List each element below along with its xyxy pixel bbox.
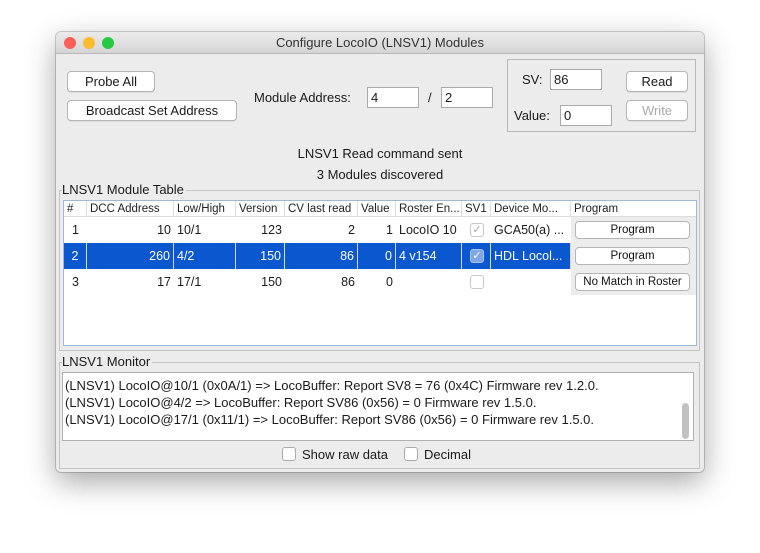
sv-panel: SV: 86 Read Value: 0 Write xyxy=(507,59,696,132)
col-value[interactable]: Value xyxy=(358,201,396,216)
col-num[interactable]: # xyxy=(64,201,87,216)
cell-num: 1 xyxy=(72,223,79,237)
cell-lowhigh: 4/2 xyxy=(174,243,236,269)
cell-roster xyxy=(396,269,462,295)
show-raw-data-label: Show raw data xyxy=(302,447,388,462)
cell-cv: 86 xyxy=(285,243,358,269)
cell-version: 150 xyxy=(261,275,282,289)
table-row[interactable]: 3 17 17/1 150 86 0 No Match in Roster xyxy=(64,269,696,295)
cell-lowhigh: 17/1 xyxy=(177,275,202,289)
cell-num: 2 xyxy=(64,243,87,269)
program-button[interactable]: No Match in Roster xyxy=(575,273,690,291)
status-line-1: LNSV1 Read command sent xyxy=(297,146,463,161)
cell-sv1: ✓ xyxy=(462,217,491,243)
cell-device: GCA50(a) ... xyxy=(494,223,565,237)
probe-all-button[interactable]: Probe All xyxy=(67,71,155,92)
col-version[interactable]: Version xyxy=(236,201,285,216)
monitor-scrollbar[interactable] xyxy=(682,403,689,439)
monitor-line: (LNSV1) LocoIO@10/1 (0x0A/1) => LocoBuff… xyxy=(65,378,599,393)
monitor-line: (LNSV1) LocoIO@4/2 => LocoBuffer: Report… xyxy=(65,395,537,410)
cell-value: 0 xyxy=(358,243,396,269)
checkbox-box[interactable] xyxy=(282,447,296,461)
address-separator: / xyxy=(428,90,432,105)
title-bar: Configure LocoIO (LNSV1) Modules xyxy=(56,32,704,54)
cell-dcc: 17 xyxy=(157,275,171,289)
decimal-label: Decimal xyxy=(424,447,471,462)
monitor-line: (LNSV1) LocoIO@17/1 (0x11/1) => LocoBuff… xyxy=(65,412,595,427)
checkbox-box[interactable] xyxy=(404,447,418,461)
program-button[interactable]: Program xyxy=(575,247,690,265)
write-button[interactable]: Write xyxy=(626,100,688,121)
zoom-window-icon[interactable] xyxy=(102,37,114,49)
decimal-checkbox[interactable]: Decimal xyxy=(404,447,471,462)
cell-value: 0 xyxy=(386,275,393,289)
cell-sv1: ✓ xyxy=(462,243,491,269)
sv1-checkbox[interactable]: ✓ xyxy=(470,223,484,237)
value-label: Value: xyxy=(514,108,550,123)
configure-locoio-window: Configure LocoIO (LNSV1) Modules Probe A… xyxy=(56,32,704,472)
module-table-title: LNSV1 Module Table xyxy=(62,182,186,197)
minimize-window-icon[interactable] xyxy=(83,37,95,49)
cell-roster: LocoIO 10 xyxy=(399,223,457,237)
cell-device xyxy=(491,269,571,295)
cell-num: 3 xyxy=(72,275,79,289)
cell-device: HDL Locol... xyxy=(491,243,571,269)
read-button[interactable]: Read xyxy=(626,71,688,92)
module-address-label: Module Address: xyxy=(254,90,351,105)
cell-dcc: 260 xyxy=(87,243,174,269)
col-program[interactable]: Program xyxy=(571,201,696,216)
table-row[interactable]: 2 260 4/2 150 86 0 4 v154 ✓ HDL Locol... Program xyxy=(64,243,696,269)
col-sv1[interactable]: SV1 xyxy=(462,201,491,216)
sv-label: SV: xyxy=(522,72,543,87)
cell-cv: 86 xyxy=(341,275,355,289)
cell-cv: 2 xyxy=(348,223,355,237)
table-header: # DCC Address Low/High Version CV last r… xyxy=(64,201,696,217)
cell-version: 150 xyxy=(236,243,285,269)
status-line-2: 3 Modules discovered xyxy=(316,167,444,182)
cell-program: Program xyxy=(571,243,696,269)
cell-value: 1 xyxy=(386,223,393,237)
table-row[interactable]: 1 10 10/1 123 2 1 LocoIO 10 ✓ GCA50(a) ... Progra… xyxy=(64,217,696,243)
monitor-text-area[interactable]: (LNSV1) LocoIO@10/1 (0x0A/1) => LocoBuff… xyxy=(62,372,694,441)
col-cv-last-read[interactable]: CV last read xyxy=(285,201,358,216)
col-device-model[interactable]: Device Mo... xyxy=(491,201,571,216)
col-low-high[interactable]: Low/High xyxy=(174,201,236,216)
monitor-title: LNSV1 Monitor xyxy=(62,354,153,369)
sv-input[interactable]: 86 xyxy=(550,69,602,90)
window-title: Configure LocoIO (LNSV1) Modules xyxy=(275,35,485,50)
sv1-checkbox[interactable]: ✓ xyxy=(470,249,484,263)
col-dcc-address[interactable]: DCC Address xyxy=(87,201,174,216)
cell-program: Program xyxy=(571,217,696,243)
broadcast-set-address-button[interactable]: Broadcast Set Address xyxy=(67,100,237,121)
cell-roster: 4 v154 xyxy=(396,243,462,269)
show-raw-data-checkbox[interactable]: Show raw data xyxy=(282,447,388,462)
cell-program: No Match in Roster xyxy=(571,269,696,295)
sv1-checkbox[interactable] xyxy=(470,275,484,289)
cell-sv1 xyxy=(462,269,491,295)
cell-dcc: 10 xyxy=(157,223,171,237)
col-roster-entry[interactable]: Roster En... xyxy=(396,201,462,216)
module-address-low-input[interactable]: 2 xyxy=(441,87,493,108)
value-input[interactable]: 0 xyxy=(560,105,612,126)
module-table: # DCC Address Low/High Version CV last r… xyxy=(63,200,697,346)
cell-version: 123 xyxy=(261,223,282,237)
program-button[interactable]: Program xyxy=(575,221,690,239)
close-window-icon[interactable] xyxy=(64,37,76,49)
module-address-high-input[interactable]: 4 xyxy=(367,87,419,108)
cell-lowhigh: 10/1 xyxy=(177,223,202,237)
